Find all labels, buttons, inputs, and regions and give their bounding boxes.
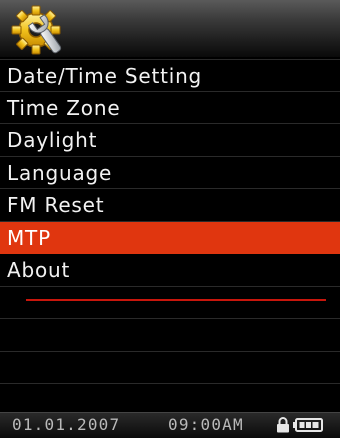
menu-item-daylight[interactable]: Daylight: [0, 124, 340, 157]
menu-item-label: MTP: [7, 225, 51, 250]
menu-item-fm-reset[interactable]: FM Reset: [0, 189, 340, 222]
menu-item-label: Time Zone: [7, 95, 121, 120]
menu-item-label: Language: [7, 160, 113, 185]
battery-icon: [293, 418, 323, 432]
menu-empty-row: [0, 319, 340, 352]
menu-empty-row: [0, 287, 340, 319]
settings-menu: Date/Time Setting Time Zone Daylight Lan…: [0, 59, 340, 417]
menu-item-label: FM Reset: [7, 193, 105, 217]
menu-empty-row: [0, 352, 340, 384]
header-bar: [0, 0, 340, 57]
menu-item-label: Daylight: [7, 128, 98, 152]
menu-item-label: Date/Time Setting: [7, 64, 203, 88]
settings-wrench-gear-icon: [11, 5, 62, 55]
menu-item-mtp[interactable]: MTP: [0, 221, 340, 254]
menu-item-date-time-setting[interactable]: Date/Time Setting: [0, 59, 340, 92]
status-bar: 01.01.2007 09:00AM: [0, 412, 340, 438]
menu-item-about[interactable]: About: [0, 254, 340, 287]
status-time: 09:00AM: [168, 415, 244, 434]
menu-item-time-zone[interactable]: Time Zone: [0, 92, 340, 124]
lock-icon: [277, 417, 289, 433]
menu-item-language[interactable]: Language: [0, 157, 340, 189]
device-screen: Date/Time Setting Time Zone Daylight Lan…: [0, 0, 340, 438]
menu-item-label: About: [7, 258, 71, 282]
status-date: 01.01.2007: [12, 415, 121, 434]
menu-divider: [26, 298, 326, 301]
